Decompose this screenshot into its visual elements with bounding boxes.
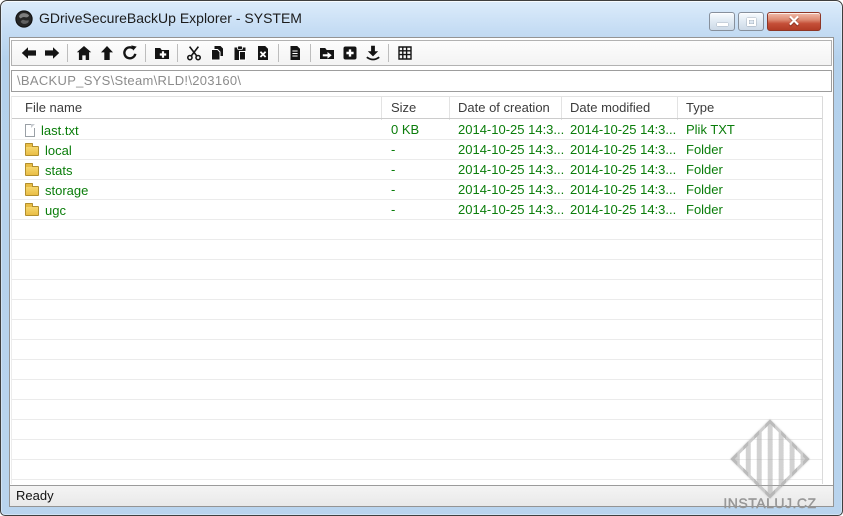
type-cell: Folder bbox=[686, 182, 723, 197]
close-button[interactable]: ✕ bbox=[767, 12, 821, 31]
delete-button[interactable] bbox=[251, 42, 274, 64]
folder-icon bbox=[25, 202, 39, 216]
status-bar: Ready bbox=[10, 485, 833, 506]
toolbar-separator bbox=[278, 44, 279, 62]
toolbar-separator bbox=[310, 44, 311, 62]
maximize-icon bbox=[747, 18, 756, 26]
size-cell: - bbox=[391, 162, 396, 177]
modified-cell: 2014-10-25 14:3... bbox=[570, 182, 677, 197]
table-row[interactable]: storage - 2014-10-25 14:3... 2014-10-25 14:… bbox=[12, 180, 822, 200]
toolbar bbox=[11, 40, 832, 66]
type-cell: Plik TXT bbox=[686, 122, 735, 137]
paste-icon bbox=[234, 45, 246, 61]
minimize-button[interactable] bbox=[709, 12, 735, 31]
toolbar-separator bbox=[388, 44, 389, 62]
size-cell: - bbox=[391, 202, 396, 217]
plus-square-icon bbox=[343, 46, 356, 60]
file-name-cell: stats bbox=[25, 160, 72, 180]
back-icon bbox=[21, 47, 36, 59]
table-row[interactable]: ugc - 2014-10-25 14:3... 2014-10-25 14:3...… bbox=[12, 200, 822, 220]
add-button[interactable] bbox=[338, 42, 361, 64]
toolbar-separator bbox=[145, 44, 146, 62]
new-folder-button[interactable] bbox=[150, 42, 173, 64]
download-button[interactable] bbox=[361, 42, 384, 64]
titlebar[interactable]: GDriveSecureBackUp Explorer - SYSTEM ✕ bbox=[1, 1, 842, 37]
home-button[interactable] bbox=[72, 42, 95, 64]
delete-icon bbox=[257, 46, 268, 60]
created-cell: 2014-10-25 14:3... bbox=[458, 182, 565, 197]
modified-cell: 2014-10-25 14:3... bbox=[570, 122, 677, 137]
created-cell: 2014-10-25 14:3... bbox=[458, 162, 565, 177]
folder-icon bbox=[25, 182, 39, 196]
home-icon bbox=[76, 46, 91, 60]
header-date-modified[interactable]: Date modified bbox=[570, 97, 650, 119]
table-header: File name Size Date of creation Date mod… bbox=[12, 97, 822, 119]
file-table: File name Size Date of creation Date mod… bbox=[11, 96, 823, 484]
modified-cell: 2014-10-25 14:3... bbox=[570, 202, 677, 217]
toolbar-separator bbox=[67, 44, 68, 62]
toolbar-separator bbox=[177, 44, 178, 62]
close-icon: ✕ bbox=[787, 13, 801, 30]
refresh-button[interactable] bbox=[118, 42, 141, 64]
forward-icon bbox=[44, 47, 59, 59]
window-title: GDriveSecureBackUp Explorer - SYSTEM bbox=[39, 10, 302, 26]
modified-cell: 2014-10-25 14:3... bbox=[570, 142, 677, 157]
created-cell: 2014-10-25 14:3... bbox=[458, 122, 565, 137]
download-icon bbox=[365, 45, 380, 61]
new-folder-icon bbox=[154, 48, 169, 59]
table-row[interactable]: last.txt 0 KB 2014-10-25 14:3... 2014-10-25… bbox=[12, 120, 822, 140]
type-cell: Folder bbox=[686, 142, 723, 157]
move-to-folder-button[interactable] bbox=[315, 42, 338, 64]
cut-icon bbox=[186, 46, 201, 61]
address-input[interactable]: \BACKUP_SYS\Steam\RLD!\203160\ bbox=[11, 70, 832, 92]
minimize-icon bbox=[717, 23, 728, 26]
cut-button[interactable] bbox=[182, 42, 205, 64]
file-name-cell: last.txt bbox=[25, 120, 79, 140]
table-body: last.txt 0 KB 2014-10-25 14:3... 2014-10-25… bbox=[12, 120, 822, 484]
up-button[interactable] bbox=[95, 42, 118, 64]
type-cell: Folder bbox=[686, 162, 723, 177]
created-cell: 2014-10-25 14:3... bbox=[458, 142, 565, 157]
type-cell: Folder bbox=[686, 202, 723, 217]
document-icon bbox=[290, 46, 300, 60]
table-row[interactable]: local - 2014-10-25 14:3... 2014-10-25 14:3.… bbox=[12, 140, 822, 160]
globe-icon bbox=[15, 10, 33, 28]
copy-button[interactable] bbox=[205, 42, 228, 64]
size-cell: - bbox=[391, 142, 396, 157]
refresh-icon bbox=[122, 45, 137, 60]
file-icon bbox=[25, 123, 35, 137]
paste-button[interactable] bbox=[228, 42, 251, 64]
maximize-button[interactable] bbox=[738, 12, 764, 31]
header-type[interactable]: Type bbox=[686, 97, 714, 119]
created-cell: 2014-10-25 14:3... bbox=[458, 202, 565, 217]
header-date-of-creation[interactable]: Date of creation bbox=[458, 97, 550, 119]
modified-cell: 2014-10-25 14:3... bbox=[570, 162, 677, 177]
client-area: \BACKUP_SYS\Steam\RLD!\203160\ File name… bbox=[9, 37, 834, 507]
size-cell: 0 KB bbox=[391, 122, 420, 137]
copy-icon bbox=[210, 46, 223, 61]
properties-button[interactable] bbox=[283, 42, 306, 64]
file-name-cell: local bbox=[25, 140, 72, 160]
up-icon bbox=[100, 46, 113, 60]
size-cell: - bbox=[391, 182, 396, 197]
grid-view-button[interactable] bbox=[393, 42, 416, 64]
folder-icon bbox=[25, 142, 39, 156]
forward-button[interactable] bbox=[40, 42, 63, 64]
app-window: GDriveSecureBackUp Explorer - SYSTEM ✕ \… bbox=[0, 0, 843, 516]
grid-icon bbox=[397, 46, 412, 60]
status-text: Ready bbox=[16, 488, 54, 503]
back-button[interactable] bbox=[17, 42, 40, 64]
file-name-cell: storage bbox=[25, 180, 88, 200]
header-size[interactable]: Size bbox=[391, 97, 416, 119]
table-row[interactable]: stats - 2014-10-25 14:3... 2014-10-25 14:3.… bbox=[12, 160, 822, 180]
folder-icon bbox=[25, 162, 39, 176]
header-file-name[interactable]: File name bbox=[25, 97, 82, 119]
file-name-cell: ugc bbox=[25, 200, 66, 220]
folder-move-icon bbox=[319, 48, 334, 59]
